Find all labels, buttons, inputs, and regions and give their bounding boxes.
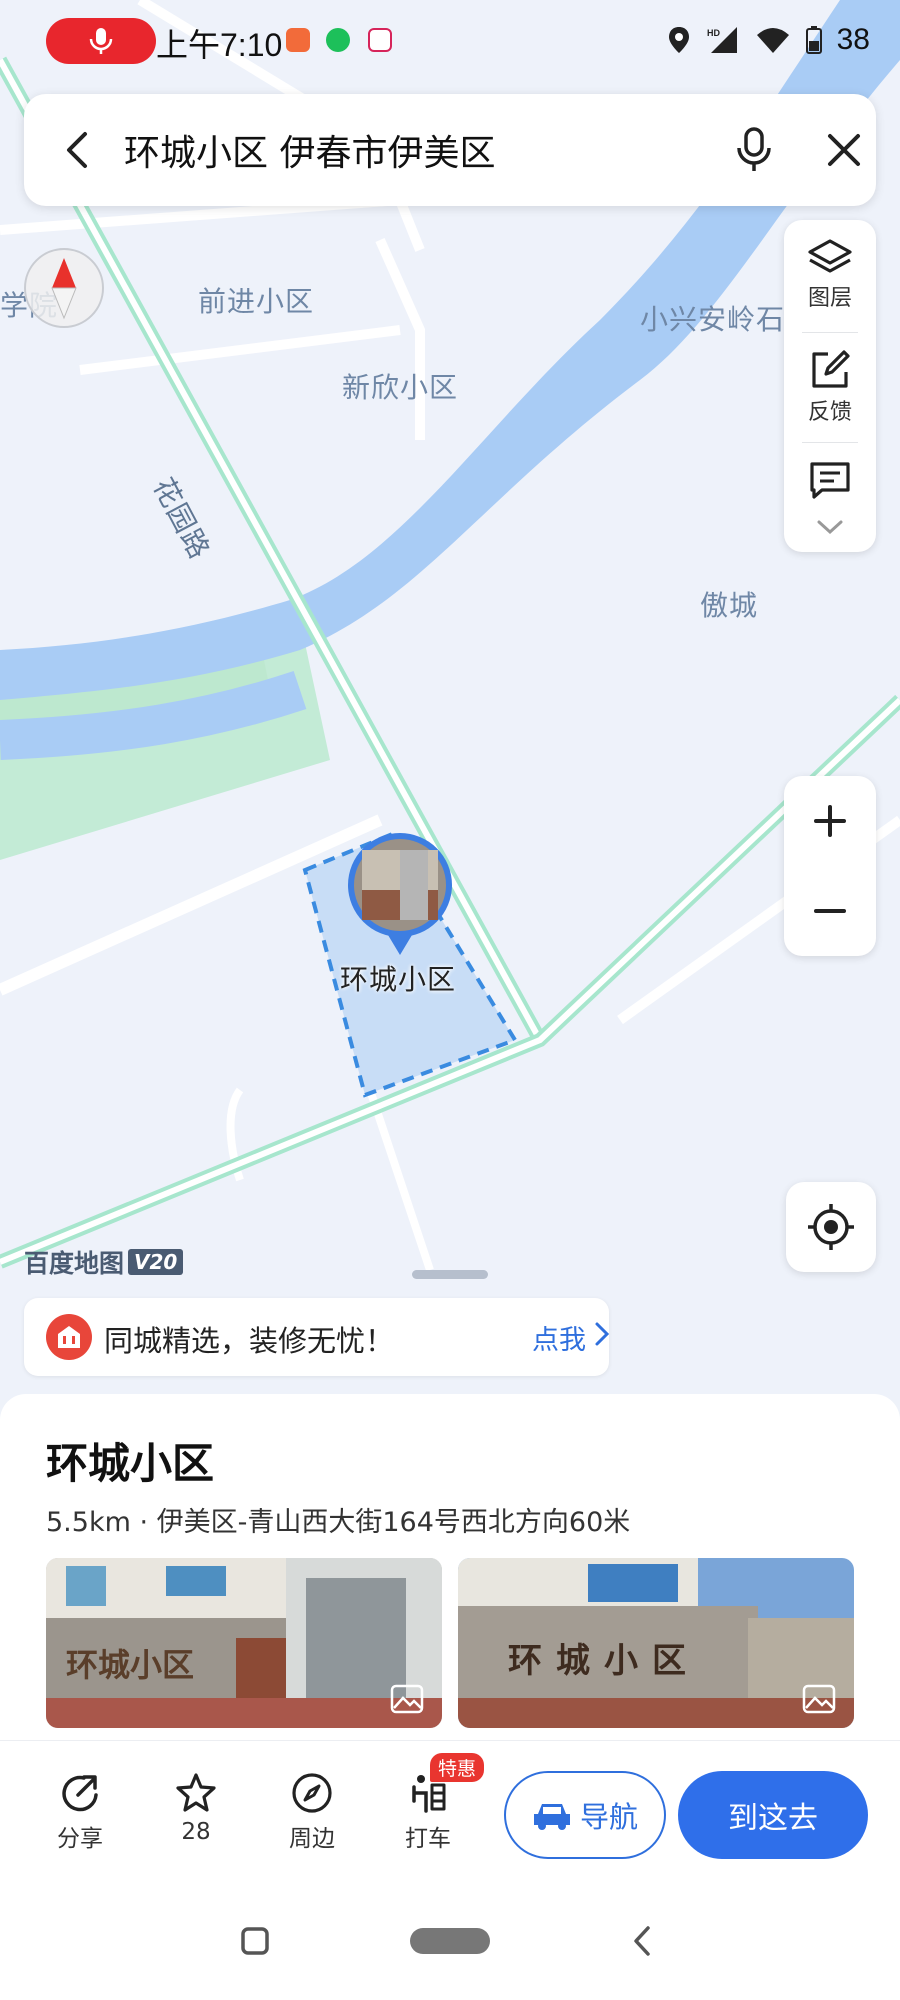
navigate-button[interactable]: 导航 [504,1771,666,1859]
car-icon [533,1804,570,1830]
status-bar: 上午7:10 HD 38 [0,0,900,80]
battery-level: 38 [836,23,870,56]
minus-icon [814,909,846,913]
sheet-drag-handle[interactable] [412,1270,488,1279]
go-here-button[interactable]: 到这去 [678,1771,868,1859]
promo-house-icon [46,1314,92,1360]
logo-version: V20 [128,1249,184,1275]
compass-icon [292,1773,332,1813]
message-icon [810,462,850,499]
back-button[interactable] [50,122,106,178]
signal-hd-icon: HD [707,27,737,53]
chevron-right-icon [595,1322,610,1346]
navigate-label: 导航 [579,1800,638,1834]
favorite-button[interactable]: 28 [156,1771,236,1845]
clear-search-button[interactable] [814,120,874,180]
nearby-button[interactable]: 周边 [272,1771,352,1853]
go-here-label: 到这去 [728,1801,818,1836]
search-bar: 环城小区 伊春市伊美区 [24,94,876,206]
microphone-icon [89,28,113,54]
share-icon [62,1775,98,1812]
microphone-icon [737,127,771,171]
chevron-down-icon [817,520,843,535]
promo-action-link[interactable]: 点我 [532,1318,586,1357]
location-icon [668,27,689,53]
edit-icon [812,350,850,388]
map-base-layer [0,0,900,1400]
svg-text:环城小区: 环城小区 [508,1641,700,1681]
taxi-discount-badge: 特惠 [430,1753,485,1782]
tool-divider [802,442,858,443]
wifi-icon [756,28,789,53]
map-label-xiaoxing[interactable]: 小兴安岭石 [640,298,785,338]
image-icon [802,1684,836,1714]
zoom-out-button[interactable] [784,866,876,956]
poi-marker-label[interactable]: 环城小区 [340,958,456,998]
wechat-icon [326,28,350,52]
battery-icon [805,26,822,54]
zoom-controls [784,776,876,956]
share-label: 分享 [57,1826,103,1852]
plus-icon [814,805,846,837]
feedback-button[interactable]: 反馈 [784,348,876,426]
recent-apps-icon[interactable] [240,1926,270,1956]
taxi-button[interactable]: 打车 [388,1771,468,1853]
map-label-xinxin[interactable]: 新欣小区 [342,366,458,406]
map-view[interactable]: 前进小区 新欣小区 小兴安岭石 傲城 学院 花园路 环城小区 [0,0,900,1400]
map-tools-panel: 图层 反馈 [784,220,876,552]
svg-text:环城小区: 环城小区 [66,1646,194,1684]
favorite-count: 28 [181,1819,211,1845]
compass-button[interactable] [24,248,104,328]
poi-photo-2[interactable]: 环城小区 [458,1558,854,1728]
close-icon [828,134,860,166]
locate-me-button[interactable] [786,1182,876,1272]
system-icons: HD 38 [667,18,870,62]
compass-needle-icon [51,258,77,320]
app-notification-icon [286,28,310,52]
media-app-icon [368,28,392,52]
home-button[interactable] [410,1928,490,1954]
nearby-label: 周边 [289,1826,335,1852]
share-button[interactable]: 分享 [40,1771,120,1853]
poi-address: 5.5km · 伊美区-青山西大街164号西北方向60米 [46,1507,631,1538]
expand-tools-button[interactable] [784,518,876,536]
voice-search-button[interactable] [724,120,784,180]
taxi-label: 打车 [405,1826,451,1852]
logo-text: 百度地图 [24,1249,125,1278]
svg-text:HD: HD [707,28,720,38]
baidu-map-logo: 百度地图 V20 [24,1244,184,1280]
layers-icon [808,239,852,273]
chevron-left-icon [67,132,87,168]
image-icon [390,1684,424,1714]
promo-banner[interactable]: 同城精选，装修无忧！ 点我 [24,1298,610,1376]
back-nav-icon[interactable] [630,1924,654,1958]
messages-button[interactable] [784,460,876,500]
recording-indicator[interactable] [46,18,156,64]
zoom-in-button[interactable] [784,776,876,866]
layers-label: 图层 [807,286,852,311]
promo-text: 同城精选，装修无忧！ [104,1324,395,1358]
feedback-label: 反馈 [807,400,852,425]
star-icon [176,1773,216,1812]
tool-divider [802,332,858,333]
crosshair-icon [808,1204,854,1250]
search-query[interactable]: 环城小区 伊春市伊美区 [124,124,495,176]
poi-title: 环城小区 [46,1439,215,1488]
poi-action-bar: 分享 28 周边 打车 特惠 导航 到这去 [0,1740,900,1880]
map-label-aocheng[interactable]: 傲城 [700,584,758,624]
system-navigation-bar [0,1880,900,2000]
poi-photo-1[interactable]: 环城小区 [46,1558,442,1728]
status-time: 上午7:10 [156,27,283,63]
map-label-qianjin[interactable]: 前进小区 [198,280,314,320]
layers-button[interactable]: 图层 [784,238,876,312]
